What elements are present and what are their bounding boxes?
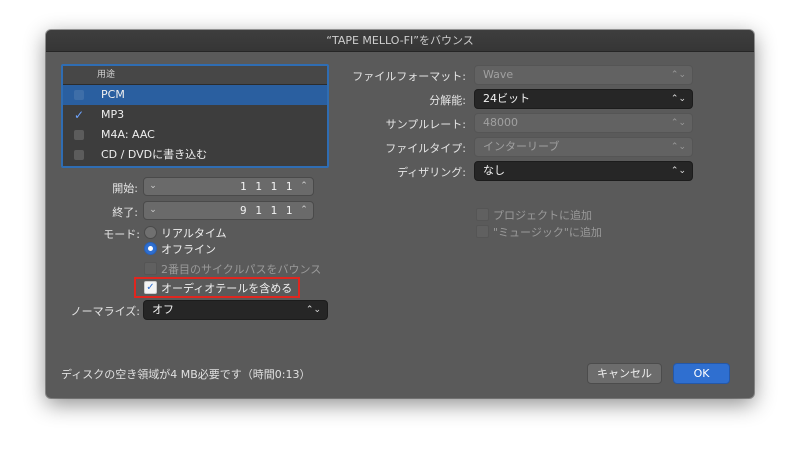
list-header: 用途 — [63, 66, 327, 85]
chevron-updown-icon: ⌃⌄ — [670, 166, 686, 176]
add-to-music-checkbox[interactable] — [476, 225, 489, 238]
pcm-checkbox[interactable] — [74, 90, 84, 100]
start-label: 開始: — [112, 182, 138, 195]
mode-label: モード: — [103, 228, 140, 241]
file-type-popup[interactable]: インターリーブ ⌃⌄ — [474, 137, 693, 157]
chevron-updown-icon: ⌃⌄ — [305, 305, 321, 315]
mp3-checkbox[interactable]: ✓ — [74, 109, 84, 121]
offline-radio[interactable] — [144, 242, 157, 255]
add-to-project-label: プロジェクトに追加 — [493, 209, 592, 222]
sample-rate-value: 48000 — [483, 116, 518, 129]
end-position-value: 9 1 1 1 — [240, 204, 294, 217]
file-type-label: ファイルタイプ: — [385, 142, 466, 155]
list-item-label: CD / DVDに書き込む — [101, 148, 208, 161]
realtime-label[interactable]: リアルタイム — [161, 225, 227, 241]
start-position-value: 1 1 1 1 — [240, 180, 294, 193]
normalize-popup[interactable]: オフ ⌃⌄ — [143, 300, 328, 320]
normalize-value: オフ — [152, 303, 174, 316]
chevron-updown-icon: ⌃⌄ — [670, 118, 686, 128]
normalize-label: ノーマライズ: — [70, 305, 140, 318]
list-item-label: M4A: AAC — [101, 128, 155, 141]
list-item-label: MP3 — [101, 108, 125, 121]
list-item-label: PCM — [101, 88, 125, 101]
chevron-updown-icon: ⌃⌄ — [670, 70, 686, 80]
cancel-button[interactable]: キャンセル — [587, 363, 662, 384]
file-type-value: インターリーブ — [483, 140, 560, 153]
chevron-updown-icon: ⌃⌄ — [670, 142, 686, 152]
destination-list[interactable]: 用途 PCM ✓ MP3 M4A: AAC CD / DVDに書き込む — [61, 64, 329, 168]
resolution-value: 24ビット — [483, 92, 530, 105]
chevron-down-icon[interactable]: ⌄ — [146, 202, 160, 219]
chevron-updown-icon: ⌃⌄ — [670, 94, 686, 104]
resolution-popup[interactable]: 24ビット ⌃⌄ — [474, 89, 693, 109]
list-item-cd-dvd[interactable]: CD / DVDに書き込む — [63, 145, 327, 165]
file-format-popup[interactable]: Wave ⌃⌄ — [474, 65, 693, 85]
dither-label: ディザリング: — [397, 166, 466, 179]
m4a-checkbox[interactable] — [74, 130, 84, 140]
file-format-value: Wave — [483, 68, 514, 81]
realtime-radio[interactable] — [144, 226, 157, 239]
chevron-down-icon[interactable]: ⌄ — [146, 178, 160, 195]
sample-rate-popup[interactable]: 48000 ⌃⌄ — [474, 113, 693, 133]
include-tail-label[interactable]: オーディオテールを含める — [161, 280, 292, 296]
resolution-label: 分解能: — [429, 94, 466, 107]
dither-value: なし — [483, 164, 505, 177]
cd-dvd-checkbox[interactable] — [74, 150, 84, 160]
add-to-music-label: "ミュージック"に追加 — [493, 226, 602, 239]
include-tail-checkbox[interactable]: ✓ — [144, 281, 157, 294]
second-cycle-label: 2番目のサイクルパスをバウンス — [161, 263, 322, 276]
disk-space-info: ディスクの空き領域が4 MB必要です（時間0:13） — [61, 368, 311, 381]
end-label: 終了: — [112, 206, 138, 219]
end-position-field[interactable]: ⌄ 9 1 1 1 ⌃ — [143, 201, 314, 220]
list-item-m4a[interactable]: M4A: AAC — [63, 125, 327, 145]
chevron-up-icon[interactable]: ⌃ — [297, 178, 311, 195]
start-position-field[interactable]: ⌄ 1 1 1 1 ⌃ — [143, 177, 314, 196]
bounce-dialog: “TAPE MELLO-FI”をバウンス 用途 PCM ✓ MP3 M4A: A… — [46, 30, 754, 398]
sample-rate-label: サンプルレート: — [385, 118, 466, 131]
list-item-mp3[interactable]: ✓ MP3 — [63, 105, 327, 125]
chevron-up-icon[interactable]: ⌃ — [297, 202, 311, 219]
offline-label[interactable]: オフライン — [161, 241, 216, 257]
list-item-pcm[interactable]: PCM — [63, 85, 327, 105]
file-format-label: ファイルフォーマット: — [352, 70, 466, 83]
dither-popup[interactable]: なし ⌃⌄ — [474, 161, 693, 181]
add-to-project-checkbox[interactable] — [476, 208, 489, 221]
second-cycle-checkbox[interactable] — [144, 262, 157, 275]
ok-button[interactable]: OK — [673, 363, 730, 384]
window-title: “TAPE MELLO-FI”をバウンス — [46, 30, 754, 52]
